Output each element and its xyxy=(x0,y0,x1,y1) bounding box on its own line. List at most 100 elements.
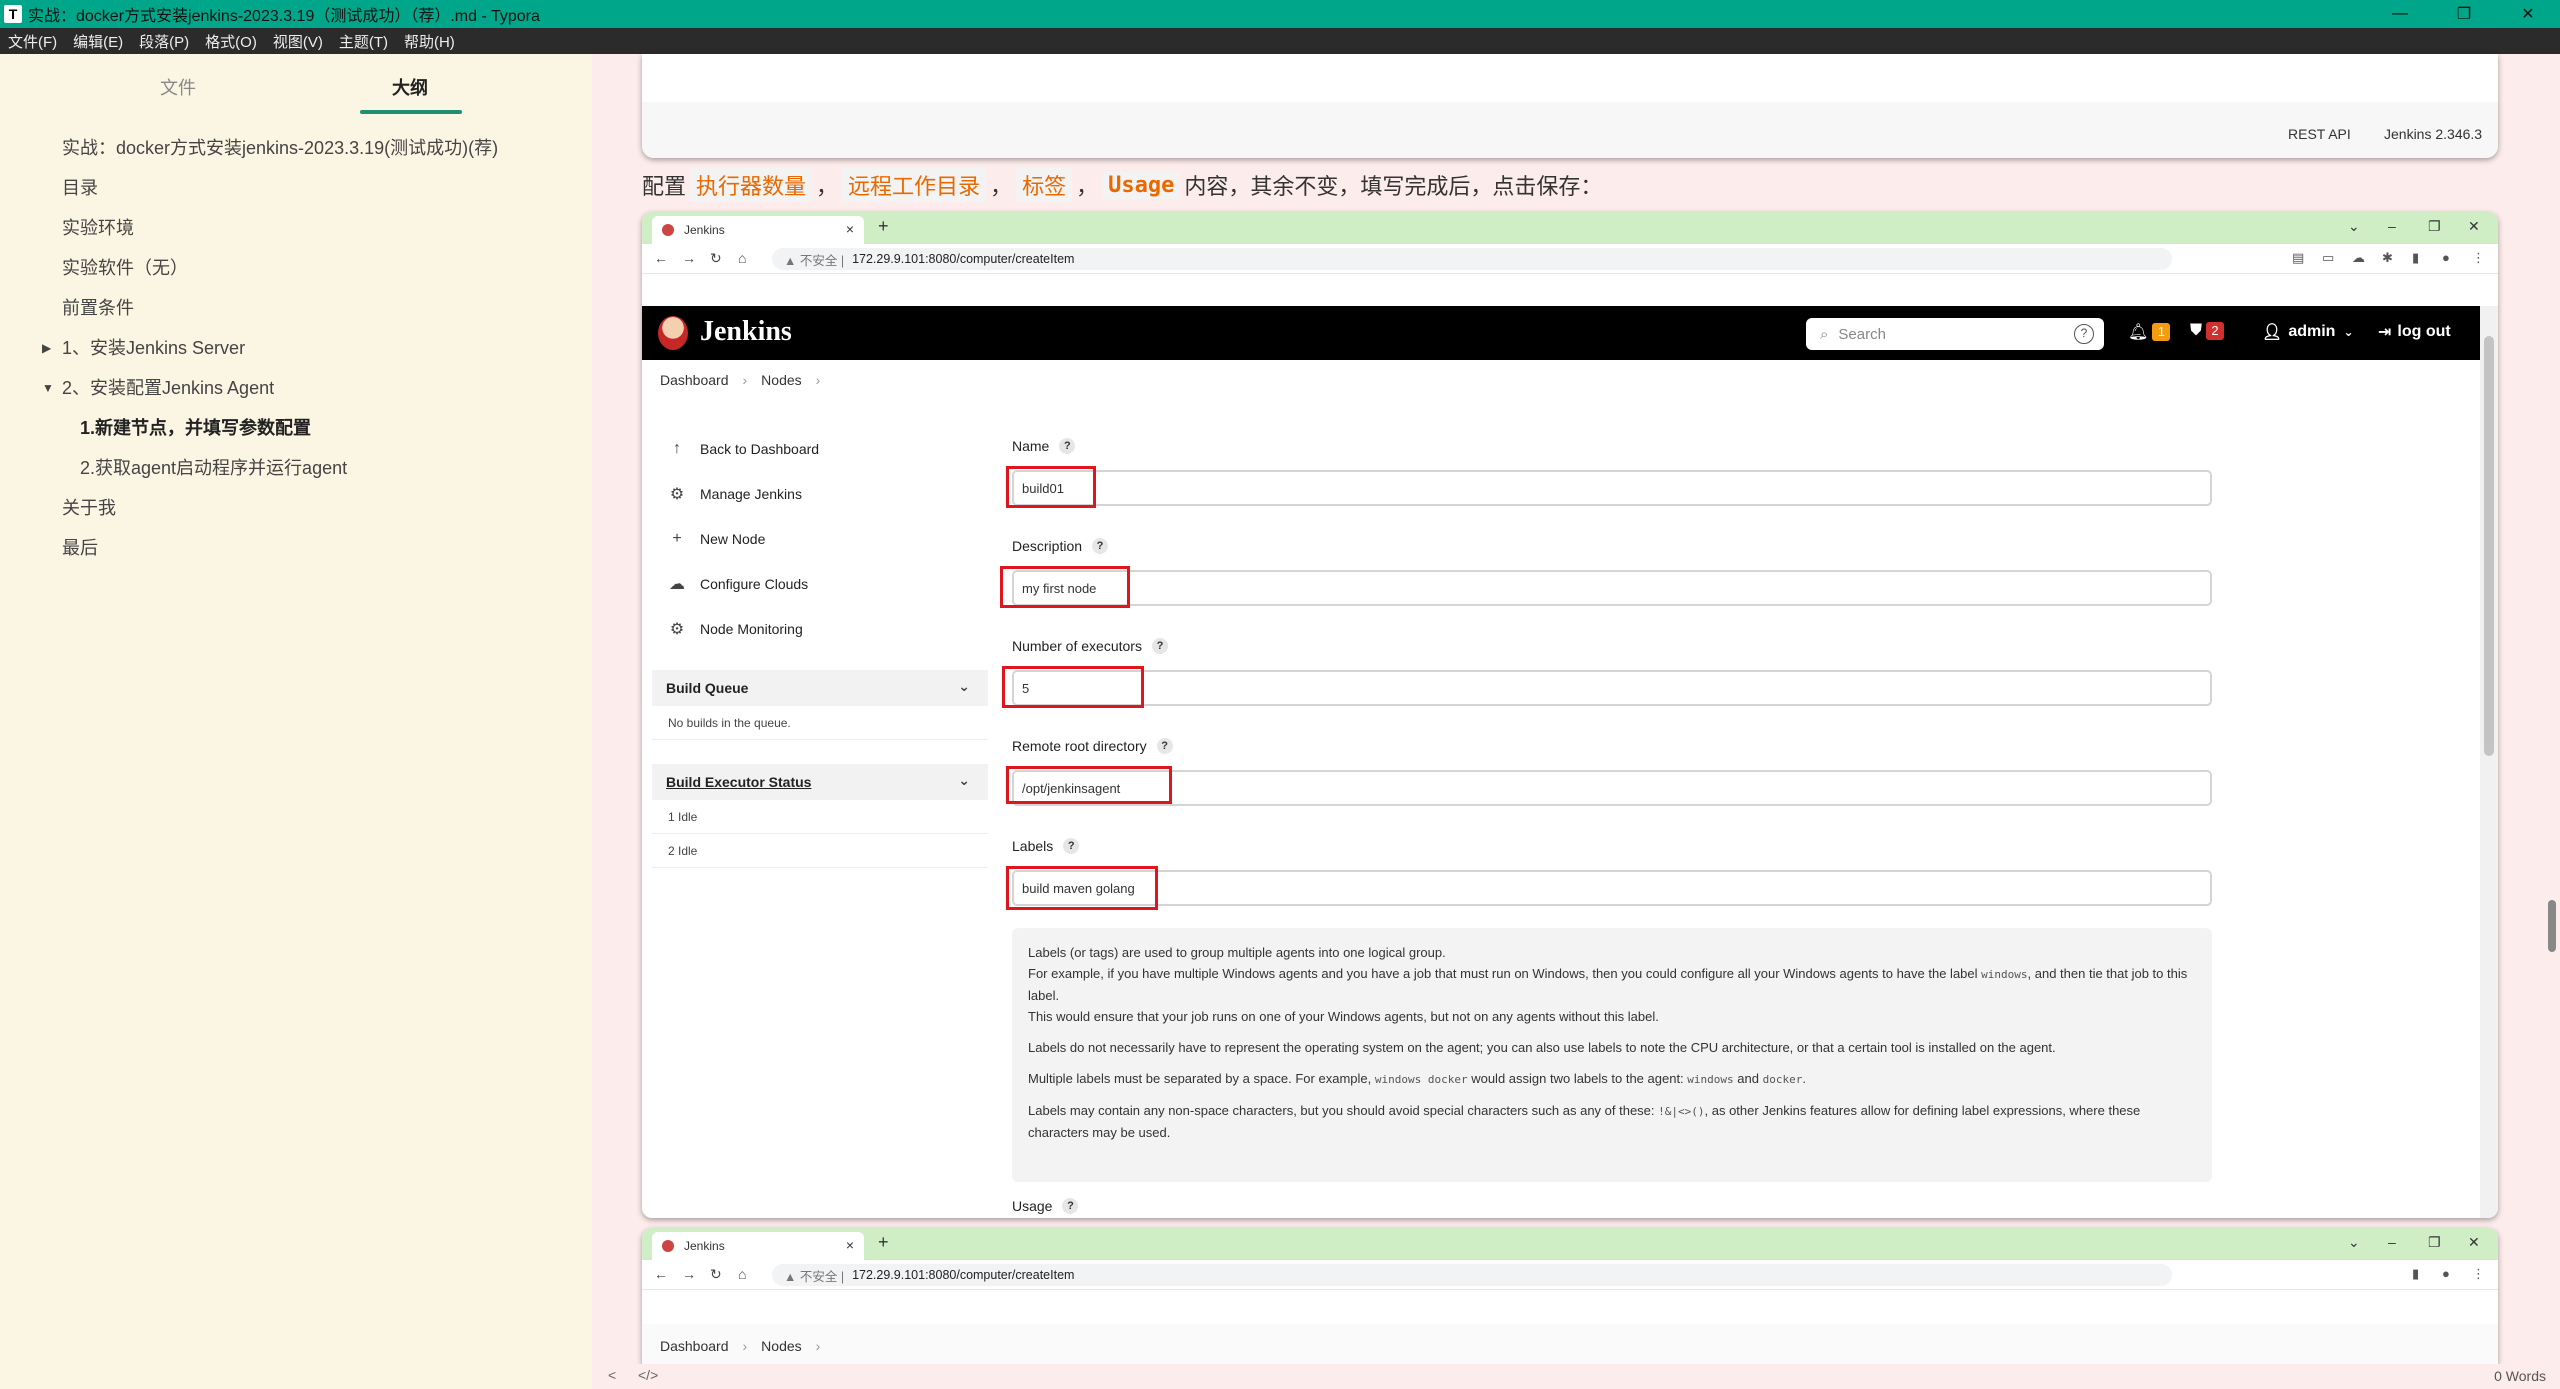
outline-item[interactable]: 最后 xyxy=(0,528,592,568)
restore-button[interactable]: ❐ xyxy=(2432,0,2496,28)
minimize-icon: – xyxy=(2388,218,2396,234)
field-label: Description xyxy=(1012,538,1083,554)
toggle-sidebar-icon[interactable]: < xyxy=(608,1367,616,1383)
help-icon: ? xyxy=(1062,1198,1079,1214)
outline-item[interactable]: ▼ 2、安装配置Jenkins Agent xyxy=(0,368,592,408)
executor-status-header: Build Executor Status ⌄ xyxy=(652,764,988,800)
outline-item[interactable]: 目录 xyxy=(0,168,592,208)
help-code: windows docker xyxy=(1374,1073,1468,1086)
inline-code: 执行器数量 xyxy=(690,168,813,202)
breadcrumb-dashboard: Dashboard xyxy=(660,372,729,388)
outline-item[interactable]: 关于我 xyxy=(0,488,592,528)
jenkins-scrollbar xyxy=(2480,306,2498,1218)
outline-item-active[interactable]: 1.新建节点，并填写参数配置 xyxy=(0,408,592,448)
collapse-arrow-icon[interactable]: ▼ xyxy=(42,368,54,408)
outline-item-label: 关于我 xyxy=(62,498,116,518)
outline-item-label: 前置条件 xyxy=(62,298,134,318)
help-line: . xyxy=(1802,1071,1806,1086)
insecure-indicator: ▲ 不安全 | xyxy=(784,253,845,268)
logout-link: ⇥ log out xyxy=(2378,322,2451,342)
help-code: !&|<>() xyxy=(1658,1105,1705,1118)
user-menu: 👤︎ admin ⌄ xyxy=(2262,322,2354,342)
url-text: 172.29.9.101:8080/computer/createItem xyxy=(852,1268,1075,1282)
menu-paragraph[interactable]: 段落(P) xyxy=(131,31,197,52)
embedded-screenshot-previous: REST API Jenkins 2.346.3 xyxy=(642,54,2498,158)
labels-help-text: Labels (or tags) are used to group multi… xyxy=(1012,928,2212,1182)
help-icon: ? xyxy=(1151,638,1168,654)
expand-arrow-icon[interactable]: ▶ xyxy=(42,328,51,368)
menu-edit[interactable]: 编辑(E) xyxy=(65,31,131,52)
sidebar: 文件 大纲 实战：docker方式安装jenkins-2023.3.19(测试成… xyxy=(0,54,592,1389)
browser-tab: Jenkins × xyxy=(652,216,864,244)
source-mode-icon[interactable]: </> xyxy=(638,1367,658,1383)
outline-item-label: 1.新建节点，并填写参数配置 xyxy=(80,418,312,438)
jenkins-header: Jenkins ⌕ Search ? 🔔︎ 1 ⛊ 2 👤︎ admin ⌄ ⇥ log … xyxy=(642,306,2480,360)
instruction-paragraph[interactable]: 配置 执行器数量， 远程工作目录， 标签， Usage 内容，其余不变，填写完成… xyxy=(642,168,1602,202)
reload-icon: ↻ xyxy=(710,250,722,266)
side-item-label: New Node xyxy=(700,530,766,547)
restore-icon: ❐ xyxy=(2428,218,2441,234)
tab-files[interactable]: 文件 xyxy=(160,74,196,100)
remote-root-label: Remote root directory? xyxy=(1012,738,1173,754)
outline-item-label: 目录 xyxy=(62,178,98,198)
menu-theme[interactable]: 主题(T) xyxy=(331,31,396,52)
menu-help[interactable]: 帮助(H) xyxy=(396,31,463,52)
outline-item[interactable]: 2.获取agent启动程序并运行agent xyxy=(0,448,592,488)
back-icon: ← xyxy=(654,250,668,266)
description-label: Description? xyxy=(1012,538,1109,554)
outline-item[interactable]: ▶ 1、安装Jenkins Server xyxy=(0,328,592,368)
word-count[interactable]: 0 Words xyxy=(2494,1368,2546,1384)
tab-outline[interactable]: 大纲 xyxy=(392,74,428,100)
help-code: docker xyxy=(1762,1073,1803,1086)
help-icon: ? xyxy=(1156,738,1173,754)
browser-tab: Jenkins × xyxy=(652,1232,864,1260)
labels-label: Labels? xyxy=(1012,838,1080,854)
help-code: windows xyxy=(1981,968,2028,981)
executor-status-title: Build Executor Status xyxy=(666,774,812,790)
editor-scrollbar[interactable] xyxy=(2548,900,2556,952)
outline-item[interactable]: 实验软件（无） xyxy=(0,248,592,288)
active-tab-indicator xyxy=(360,110,462,114)
jenkins-scrollbar-thumb xyxy=(2484,336,2494,756)
help-code: windows xyxy=(1687,1073,1734,1086)
chevron-down-icon: ⌄ xyxy=(2343,325,2354,339)
jenkins-breadcrumb: Dashboard › Nodes › xyxy=(660,1338,834,1354)
paragraph-text: 内容，其余不变，填写完成后，点击保存： xyxy=(1184,174,1603,199)
security-badge: 2 xyxy=(2206,322,2225,340)
search-placeholder: Search xyxy=(1838,325,1886,343)
restore-icon: ❐ xyxy=(2428,1234,2441,1250)
forward-icon: → xyxy=(682,1266,696,1282)
remote-root-input: /opt/jenkinsagent xyxy=(1012,770,2212,806)
close-tab-icon: × xyxy=(845,1237,854,1253)
jenkins-search-input: ⌕ Search ? xyxy=(1806,318,2104,350)
outline-item[interactable]: 前置条件 xyxy=(0,288,592,328)
side-item-label: Manage Jenkins xyxy=(700,485,802,502)
browser-tab-title: Jenkins xyxy=(684,1239,725,1253)
minimize-button[interactable]: — xyxy=(2368,0,2432,28)
forward-icon: → xyxy=(682,250,696,266)
insecure-indicator: ▲ 不安全 | xyxy=(784,1269,845,1284)
outline-item[interactable]: 实验环境 xyxy=(0,208,592,248)
outline-item-label: 实验环境 xyxy=(62,218,134,238)
help-line: Labels may contain any non-space charact… xyxy=(1028,1103,1655,1118)
side-item-label: Node Monitoring xyxy=(700,620,803,637)
outline-item[interactable]: 实战：docker方式安装jenkins-2023.3.19(测试成功)(荐) xyxy=(0,128,592,168)
menu-view[interactable]: 视图(V) xyxy=(265,31,331,52)
menu-file[interactable]: 文件(F) xyxy=(0,31,65,52)
jenkins-favicon-icon xyxy=(662,224,674,236)
help-line: Labels (or tags) are used to group multi… xyxy=(1028,945,1446,960)
breadcrumb-nodes: Nodes xyxy=(761,372,802,388)
user-name: admin xyxy=(2288,323,2336,340)
executors-label: Number of executors? xyxy=(1012,638,1168,654)
browser-tab-title: Jenkins xyxy=(684,223,725,237)
close-button[interactable]: ✕ xyxy=(2496,0,2560,28)
field-label: Usage xyxy=(1012,1198,1053,1214)
outline-list: 实战：docker方式安装jenkins-2023.3.19(测试成功)(荐) … xyxy=(0,128,592,568)
profile-icon: ● xyxy=(2442,1266,2450,1281)
menu-format[interactable]: 格式(O) xyxy=(197,31,265,52)
reload-icon: ↻ xyxy=(710,1266,722,1282)
outline-item-label: 2.获取agent启动程序并运行agent xyxy=(80,458,348,478)
new-tab-icon: + xyxy=(878,1232,889,1252)
typora-app-icon: T xyxy=(4,5,22,23)
jenkins-favicon-icon xyxy=(662,1240,674,1252)
